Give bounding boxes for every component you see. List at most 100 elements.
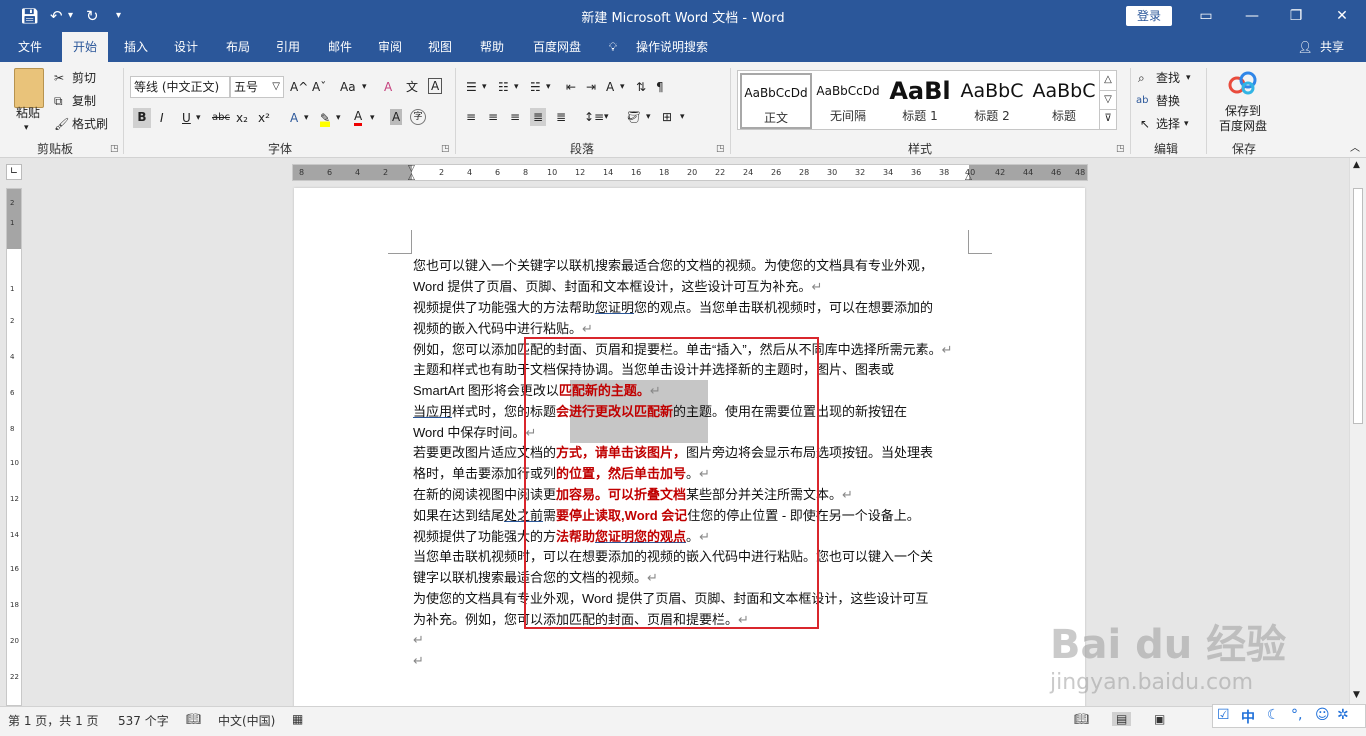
tab-references[interactable]: 引用	[266, 32, 310, 62]
italic-button[interactable]: I	[160, 109, 164, 127]
scroll-down-icon[interactable]: ▼	[1353, 690, 1360, 700]
tab-baidu-netdisk[interactable]: 百度网盘	[526, 32, 588, 62]
justify-icon[interactable]: ≣	[530, 108, 547, 126]
minimize-icon[interactable]: —	[1240, 4, 1264, 28]
tab-view[interactable]: 视图	[418, 32, 462, 62]
superscript-button[interactable]: x²	[258, 109, 270, 127]
numbering-icon[interactable]: ☷	[498, 78, 509, 96]
print-layout-icon[interactable]: ▤	[1112, 712, 1132, 726]
select-dropdown-icon[interactable]: ▾	[1184, 115, 1189, 133]
bold-button[interactable]: B	[133, 108, 151, 128]
vertical-scrollbar[interactable]: ▲ ▼	[1349, 158, 1366, 706]
bullets-icon[interactable]: ☰	[466, 78, 477, 96]
doc-line[interactable]: ↵	[413, 650, 424, 671]
line-spacing-dropdown-icon[interactable]: ▾	[604, 108, 609, 126]
highlight-icon[interactable]: ✎	[320, 109, 331, 127]
read-mode-icon[interactable]: 📖︎	[1074, 712, 1089, 726]
align-center-icon[interactable]: ≡	[488, 108, 498, 126]
multilevel-list-icon[interactable]: ☵	[530, 78, 541, 96]
change-case-dropdown-icon[interactable]: ▾	[362, 78, 367, 96]
replace-button[interactable]: 替换	[1156, 92, 1180, 110]
find-dropdown-icon[interactable]: ▾	[1186, 69, 1191, 87]
change-case-icon[interactable]: Aa	[340, 78, 356, 96]
smile-icon[interactable]: ☺	[1315, 707, 1330, 723]
tab-selector-icon[interactable]: ∟	[6, 164, 22, 180]
styles-scroll-down-icon[interactable]: ▽	[1099, 90, 1116, 109]
tab-help[interactable]: 帮助	[470, 32, 514, 62]
bullets-dropdown-icon[interactable]: ▾	[482, 78, 487, 96]
borders-icon[interactable]: ⊞	[662, 108, 672, 126]
style-normal[interactable]: AaBbCcDd 正文	[740, 73, 812, 129]
paste-dropdown-icon[interactable]: ▾	[24, 119, 29, 137]
numbering-dropdown-icon[interactable]: ▾	[514, 78, 519, 96]
shrink-font-icon[interactable]: Aˇ	[312, 78, 326, 96]
doc-line[interactable]: ↵	[413, 629, 424, 650]
doc-line[interactable]: 视频的嵌入代码中进行粘贴。↵	[413, 318, 593, 339]
font-launcher-icon[interactable]: ◳	[441, 144, 450, 154]
sort-icon[interactable]: ⇅	[636, 78, 646, 96]
hanging-indent-icon[interactable]: △	[408, 171, 415, 183]
save-to-baidu-button[interactable]: 保存到 百度网盘	[1212, 104, 1274, 134]
tab-design[interactable]: 设计	[164, 32, 208, 62]
tab-layout[interactable]: 布局	[216, 32, 260, 62]
clear-format-icon[interactable]: A	[384, 78, 392, 96]
style-heading-2[interactable]: AaBbC 标题 2	[956, 73, 1028, 129]
font-size-combo[interactable]: 五号 ▽	[230, 76, 284, 98]
clipboard-launcher-icon[interactable]: ◳	[110, 144, 119, 154]
shading-dropdown-icon[interactable]: ▾	[646, 108, 651, 126]
moon-icon[interactable]: ☾	[1267, 707, 1280, 723]
font-name-combo[interactable]: 等线 (中文正文)	[130, 76, 230, 98]
style-no-spacing[interactable]: AaBbCcDd 无间隔	[812, 73, 884, 129]
doc-line[interactable]: 视频提供了功能强大的方法帮助您证明您的观点。当您单击联机视频时，可以在想要添加的	[413, 297, 933, 318]
decrease-indent-icon[interactable]: ⇤	[566, 78, 576, 96]
styles-more-icon[interactable]: ⊽	[1099, 109, 1116, 129]
format-painter-button[interactable]: 格式刷	[72, 115, 108, 133]
tab-home[interactable]: 开始	[62, 32, 108, 62]
vertical-ruler[interactable]: 2 1 1 2 4 6 8 10 12 14 16 18 20 22	[6, 188, 22, 706]
horizontal-ruler[interactable]: 8 6 4 2 2 4 6 8 10 12 14 16 18 20 22 24 …	[292, 164, 1088, 183]
login-button[interactable]: 登录	[1126, 6, 1172, 26]
text-effects-dropdown-icon[interactable]: ▾	[304, 109, 309, 127]
ime-mode[interactable]: 中	[1241, 707, 1255, 727]
underline-dropdown-icon[interactable]: ▾	[196, 109, 201, 127]
macro-icon[interactable]: ▦	[292, 712, 303, 726]
underline-button[interactable]: U	[182, 109, 191, 127]
tab-review[interactable]: 审阅	[368, 32, 412, 62]
align-right-icon[interactable]: ≡	[510, 108, 520, 126]
punctuation-icon[interactable]: °,	[1291, 707, 1302, 723]
right-indent-icon[interactable]: △	[965, 171, 972, 183]
chinese-layout-icon[interactable]: A	[606, 78, 614, 96]
character-shading-icon[interactable]: A	[390, 109, 403, 125]
shading-bucket-icon[interactable]: 🪣︎	[626, 108, 641, 126]
font-color-icon[interactable]: A	[354, 109, 363, 126]
tab-mailings[interactable]: 邮件	[318, 32, 362, 62]
paste-clipboard-icon[interactable]	[14, 68, 44, 108]
phonetic-guide-icon[interactable]: 文	[406, 78, 418, 96]
subscript-button[interactable]: x₂	[236, 109, 248, 127]
tab-file[interactable]: 文件	[8, 32, 52, 62]
character-border-icon[interactable]: A	[428, 78, 443, 94]
align-left-icon[interactable]: ≡	[466, 108, 476, 126]
style-title[interactable]: AaBbC 标题	[1028, 73, 1100, 129]
tab-insert[interactable]: 插入	[114, 32, 158, 62]
chinese-layout-dropdown-icon[interactable]: ▾	[620, 78, 625, 96]
doc-line[interactable]: Word 提供了页眉、页脚、封面和文本框设计，这些设计可互为补充。↵	[413, 276, 822, 297]
doc-line[interactable]: Word 中保存时间。↵	[413, 422, 536, 443]
show-marks-icon[interactable]: ¶	[656, 78, 664, 96]
share-button[interactable]: 共享	[1314, 32, 1350, 62]
line-spacing-icon[interactable]: ↕≡	[584, 108, 604, 126]
proofing-icon[interactable]: 📖︎	[186, 712, 201, 726]
tell-me-search[interactable]: 操作说明搜索	[630, 32, 714, 62]
web-layout-icon[interactable]: ▣	[1154, 712, 1165, 726]
select-button[interactable]: 选择	[1156, 115, 1180, 133]
settings-icon[interactable]: ✲	[1337, 707, 1349, 723]
word-count[interactable]: 537 个字	[118, 712, 169, 729]
styles-scroll-up-icon[interactable]: △	[1099, 71, 1116, 90]
language-indicator[interactable]: 中文(中国)	[218, 712, 275, 729]
style-heading-1[interactable]: AaBl 标题 1	[884, 73, 956, 129]
highlight-dropdown-icon[interactable]: ▾	[336, 109, 341, 127]
distributed-icon[interactable]: ≣	[556, 108, 566, 126]
styles-launcher-icon[interactable]: ◳	[1116, 144, 1125, 154]
close-icon[interactable]: ✕	[1330, 4, 1354, 28]
collapse-ribbon-icon[interactable]: ︿	[1350, 140, 1360, 158]
